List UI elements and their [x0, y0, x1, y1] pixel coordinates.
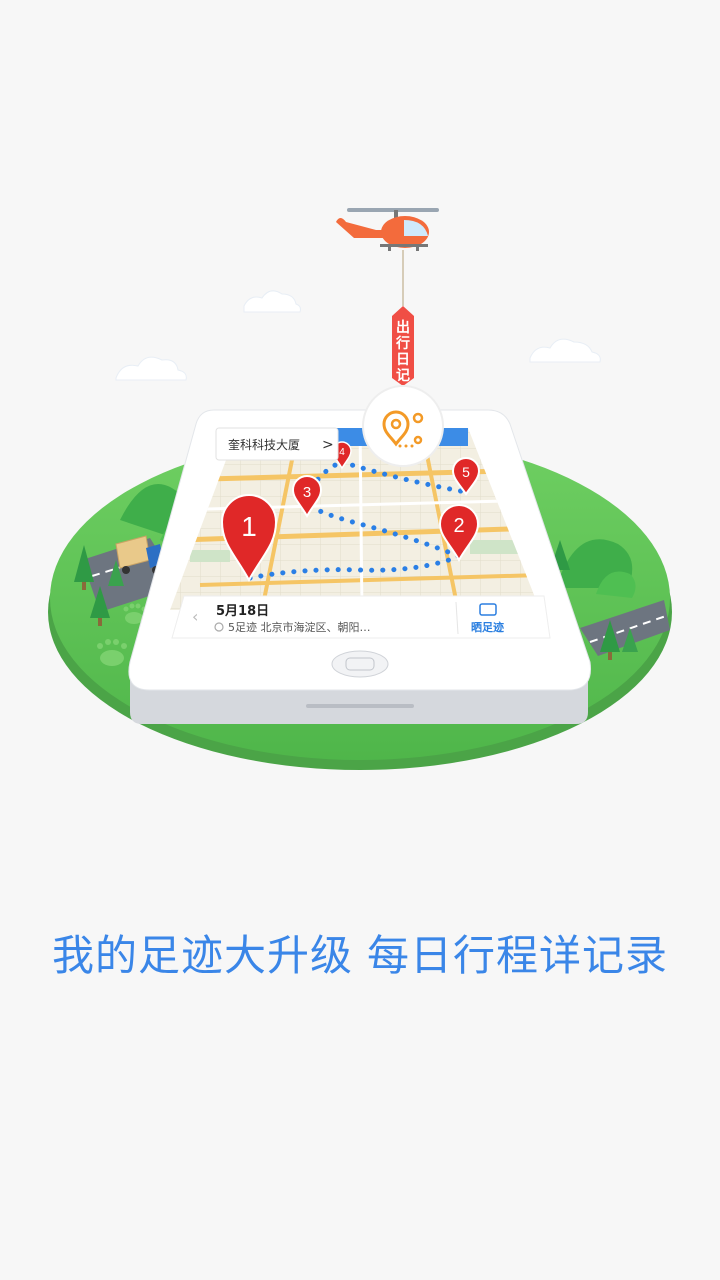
pin-number-3: 3 [303, 484, 311, 501]
illustration: 出 行 日 记 1 2 3 4 5 奎科科技大厦 > ‹ 5月18日 5足迹 北… [48, 208, 672, 770]
pin-number-2: 2 [453, 515, 464, 537]
cloud-icon [243, 290, 301, 313]
pin-number-1: 1 [241, 511, 257, 542]
banner-tag-char-2: 行 [395, 335, 410, 352]
cloud-icon [115, 356, 187, 381]
headline: 我的足迹大升级 每日行程详记录 [0, 922, 720, 983]
banner-tag-char-4: 记 [396, 368, 410, 384]
banner-tag-char-1: 出 [396, 319, 410, 336]
banner-tag-char-3: 日 [396, 352, 410, 368]
day-card-date: 5月18日 [216, 604, 269, 619]
pin-number-5: 5 [462, 464, 470, 480]
cloud-icon [529, 338, 601, 363]
location-bubble[interactable]: 奎科科技大厦 > [215, 427, 339, 461]
banner-tag: 出 行 日 记 [392, 306, 414, 396]
pin-number-4: 4 [339, 447, 345, 458]
location-bubble-label: 奎科科技大厦 [228, 437, 300, 452]
headline-part-2: 每日行程详记录 [367, 931, 669, 980]
share-footprint-button[interactable]: 晒足迹 [471, 620, 504, 634]
day-card[interactable]: ‹ 5月18日 5足迹 北京市海淀区、朝阳… 晒足迹 [171, 595, 551, 639]
day-card-summary: 5足迹 北京市海淀区、朝阳… [228, 620, 371, 634]
helicopter-icon [336, 208, 439, 306]
chevron-right-icon: > [322, 437, 334, 453]
home-button [331, 650, 389, 678]
headline-part-1: 我的足迹大升级 [51, 931, 353, 980]
prev-arrow-icon[interactable]: ‹ [192, 607, 198, 626]
location-route-icon [362, 385, 444, 467]
